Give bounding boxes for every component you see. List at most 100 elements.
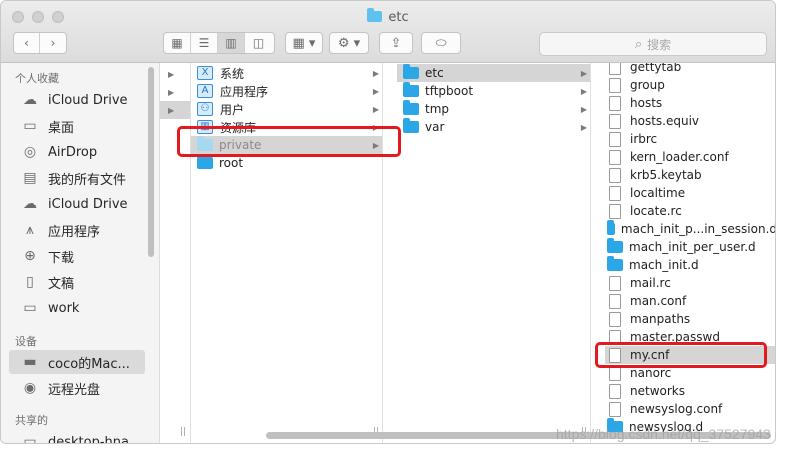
file-icon xyxy=(609,401,621,417)
list-item[interactable]: mach_init.d xyxy=(605,256,775,274)
window-title: etc xyxy=(1,8,775,25)
file-icon xyxy=(609,77,621,93)
list-item[interactable]: irbrc xyxy=(605,130,775,148)
list-view-icon[interactable]: ☰ xyxy=(191,33,218,53)
sidebar-item-remote-disc[interactable]: ◉ 远程光盘 xyxy=(9,376,145,400)
column-resize-handle[interactable]: || xyxy=(180,427,186,437)
column-root: ▶ ▶ ▶ || xyxy=(160,63,191,443)
list-item[interactable]: my.cnf xyxy=(605,346,775,364)
sidebar: 个人收藏 ☁ iCloud Drive ▭ 桌面 ◎ AirDrop ▤ 我的所… xyxy=(1,63,160,443)
list-item[interactable]: networks xyxy=(605,382,775,400)
list-item-label: mail.rc xyxy=(630,276,671,290)
tags-button[interactable]: ⬭ xyxy=(421,32,461,54)
list-item[interactable]: mach_init_p...in_session.d xyxy=(605,220,775,238)
chevron-right-icon: ▶ xyxy=(372,86,379,96)
list-item[interactable]: ▶ xyxy=(160,65,190,83)
list-item-users[interactable]: ⚇ 用户 ▶ xyxy=(191,100,382,118)
list-item-root[interactable]: root xyxy=(191,154,382,172)
sidebar-item-icloud-drive-2[interactable]: ☁ iCloud Drive xyxy=(9,192,145,216)
gear-icon: ⚙ ▾ xyxy=(337,35,361,51)
group-button[interactable]: ▦ ▾ xyxy=(285,32,323,54)
list-item-tftpboot[interactable]: tftpboot ▶ xyxy=(397,82,590,100)
list-item-system[interactable]: X 系统 ▶ xyxy=(191,64,382,82)
finder-window: etc ‹ › ▦ ☰ ▥ ◫ ▦ ▾ ⚙ ▾ ⇪ ⬭ ⌕ 搜索 个人收藏 ☁ … xyxy=(0,0,776,444)
sidebar-item-all-files[interactable]: ▤ 我的所有文件 xyxy=(9,166,145,190)
list-item-label: man.conf xyxy=(630,294,687,308)
sidebar-scrollbar[interactable] xyxy=(148,67,154,257)
list-item[interactable]: locate.rc xyxy=(605,202,775,220)
list-item-label: locate.rc xyxy=(630,204,682,218)
gallery-view-icon[interactable]: ◫ xyxy=(245,33,272,53)
search-input[interactable]: ⌕ 搜索 xyxy=(539,32,767,56)
list-item[interactable]: man.conf xyxy=(605,292,775,310)
list-item[interactable]: localtime xyxy=(605,184,775,202)
list-item[interactable]: kern_loader.conf xyxy=(605,148,775,166)
file-icon xyxy=(609,383,621,399)
sidebar-item-desktop[interactable]: ▭ 桌面 xyxy=(9,114,145,138)
list-item[interactable]: ▶ xyxy=(160,101,190,119)
list-item-var[interactable]: var ▶ xyxy=(397,118,590,136)
sidebar-item-applications[interactable]: ⩚ 应用程序 xyxy=(9,218,145,242)
list-item[interactable]: mach_init_per_user.d xyxy=(605,238,775,256)
folder-icon xyxy=(403,100,419,115)
file-icon xyxy=(609,113,621,129)
file-icon xyxy=(609,167,621,183)
sidebar-item-icloud-drive[interactable]: ☁ iCloud Drive xyxy=(9,88,145,112)
list-item-label: master.passwd xyxy=(630,330,720,344)
list-item[interactable]: nanorc xyxy=(605,364,775,382)
list-item-label: networks xyxy=(630,384,685,398)
sidebar-item-mac[interactable]: ▬ coco的Mac... xyxy=(9,350,145,374)
file-icon xyxy=(609,275,621,291)
column-view-icon[interactable]: ▥ xyxy=(218,33,245,53)
sidebar-item-downloads[interactable]: ⊕ 下载 xyxy=(9,244,145,268)
list-item-library[interactable]: ▥ 资源库 ▶ xyxy=(191,118,382,136)
list-item-applications[interactable]: A 应用程序 ▶ xyxy=(191,82,382,100)
file-icon xyxy=(609,293,621,309)
icon-view-icon[interactable]: ▦ xyxy=(164,33,191,53)
list-item[interactable]: master.passwd xyxy=(605,328,775,346)
list-item[interactable]: hosts.equiv xyxy=(605,112,775,130)
list-item-label: mach_init.d xyxy=(629,258,699,272)
library-folder-icon: ▥ xyxy=(197,120,213,134)
sidebar-item-desktop-hna[interactable]: ▭ desktop-hna xyxy=(9,430,145,443)
folder-icon xyxy=(403,118,419,133)
list-item-private[interactable]: private ▶ xyxy=(191,136,382,154)
sidebar-item-documents[interactable]: ▯ 文稿 xyxy=(9,270,145,294)
back-button[interactable]: ‹ xyxy=(14,33,41,53)
disclosure-arrow-icon: ▶ xyxy=(168,105,175,115)
list-item-label: hosts.equiv xyxy=(630,114,700,128)
action-button[interactable]: ⚙ ▾ xyxy=(329,32,369,54)
list-item[interactable]: group xyxy=(605,76,775,94)
chevron-right-icon: ▶ xyxy=(580,104,587,114)
file-icon xyxy=(609,347,621,363)
list-item-tmp[interactable]: tmp ▶ xyxy=(397,100,590,118)
sidebar-item-work[interactable]: ▭ work xyxy=(9,296,145,320)
forward-button[interactable]: › xyxy=(40,33,66,53)
list-item[interactable]: gettytab xyxy=(605,63,775,76)
list-item-etc[interactable]: etc ▶ xyxy=(397,64,590,82)
list-item[interactable]: mail.rc xyxy=(605,274,775,292)
file-icon xyxy=(609,63,621,75)
toolbar: etc ‹ › ▦ ☰ ▥ ◫ ▦ ▾ ⚙ ▾ ⇪ ⬭ ⌕ 搜索 xyxy=(1,1,775,63)
folder-icon xyxy=(197,154,213,169)
list-item[interactable]: newsyslog.conf xyxy=(605,400,775,418)
folder-icon xyxy=(607,238,623,253)
search-icon: ⌕ xyxy=(634,36,643,52)
chevron-right-icon: ▶ xyxy=(372,122,379,132)
cloud-icon: ☁ xyxy=(23,196,37,212)
list-item[interactable]: hosts xyxy=(605,94,775,112)
list-item[interactable]: manpaths xyxy=(605,310,775,328)
list-item-label: gettytab xyxy=(630,63,682,74)
column-etc: gettytab group hosts hosts.equiv irbrc kern_l… xyxy=(605,63,775,443)
folder-icon xyxy=(607,220,615,235)
list-item[interactable]: ▶ xyxy=(160,83,190,101)
sidebar-item-airdrop[interactable]: ◎ AirDrop xyxy=(9,140,145,164)
sidebar-section-favorites: 个人收藏 xyxy=(15,72,59,85)
chevron-right-icon: ▶ xyxy=(372,68,379,78)
share-button[interactable]: ⇪ xyxy=(379,32,413,54)
documents-icon: ▯ xyxy=(26,274,34,290)
list-item[interactable]: krb5.keytab xyxy=(605,166,775,184)
list-item-label: krb5.keytab xyxy=(630,168,702,182)
cloud-icon: ☁ xyxy=(23,92,37,108)
view-mode-switcher: ▦ ☰ ▥ ◫ xyxy=(163,32,275,54)
